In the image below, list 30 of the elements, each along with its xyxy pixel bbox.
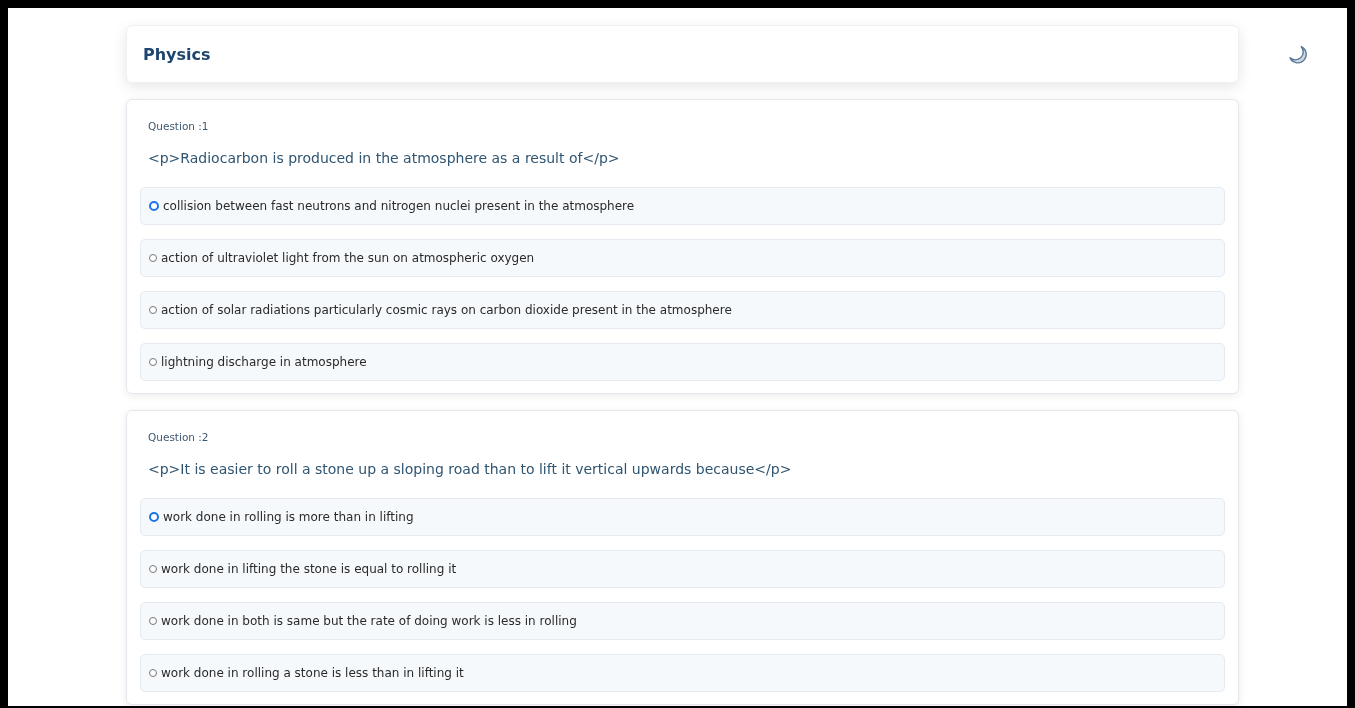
option-text: action of ultraviolet light from the sun on atmospheric oxygen [161, 251, 535, 265]
question-text: <p>Radiocarbon is produced in the atmosphere as a result of</p> [148, 150, 621, 166]
answer-option[interactable]: action of ultraviolet light from the sun on atmospheric oxygen [140, 239, 1225, 277]
question-number: Question :1 [148, 120, 210, 132]
option-text: work done in rolling a stone is less than in lifting it [161, 666, 464, 680]
radio-button[interactable] [149, 201, 159, 211]
radio-button[interactable] [149, 358, 157, 366]
question-number: Question :2 [148, 431, 210, 443]
page-title: Physics [143, 44, 211, 64]
option-text: work done in rolling is more than in lifting [163, 510, 414, 524]
answer-option[interactable]: work done in rolling a stone is less than in lifting it [140, 654, 1225, 692]
moon-icon[interactable] [1288, 45, 1308, 65]
radio-button[interactable] [149, 512, 159, 522]
option-text: lightning discharge in atmosphere [161, 355, 367, 369]
option-text: action of solar radiations particularly cosmic rays on carbon dioxide present in the atmosphere [161, 303, 732, 317]
radio-button[interactable] [149, 306, 157, 314]
question-text: <p>It is easier to roll a stone up a sloping road than to lift it vertical upwards because</p> [148, 461, 793, 477]
answer-option[interactable]: lightning discharge in atmosphere [140, 343, 1225, 381]
radio-button[interactable] [149, 669, 157, 677]
radio-button[interactable] [149, 617, 157, 625]
option-text: work done in lifting the stone is equal to rolling it [161, 562, 457, 576]
answer-option[interactable]: collision between fast neutrons and nitrogen nuclei present in the atmosphere [140, 187, 1225, 225]
answer-option[interactable]: work done in both is same but the rate of doing work is less in rolling [140, 602, 1225, 640]
answer-option[interactable]: work done in rolling is more than in lifting [140, 498, 1225, 536]
radio-button[interactable] [149, 565, 157, 573]
radio-button[interactable] [149, 254, 157, 262]
option-text: collision between fast neutrons and nitrogen nuclei present in the atmosphere [163, 199, 635, 213]
answer-option[interactable]: work done in lifting the stone is equal to rolling it [140, 550, 1225, 588]
answer-option[interactable]: action of solar radiations particularly cosmic rays on carbon dioxide present in the atmosphere [140, 291, 1225, 329]
option-text: work done in both is same but the rate of doing work is less in rolling [161, 614, 577, 628]
